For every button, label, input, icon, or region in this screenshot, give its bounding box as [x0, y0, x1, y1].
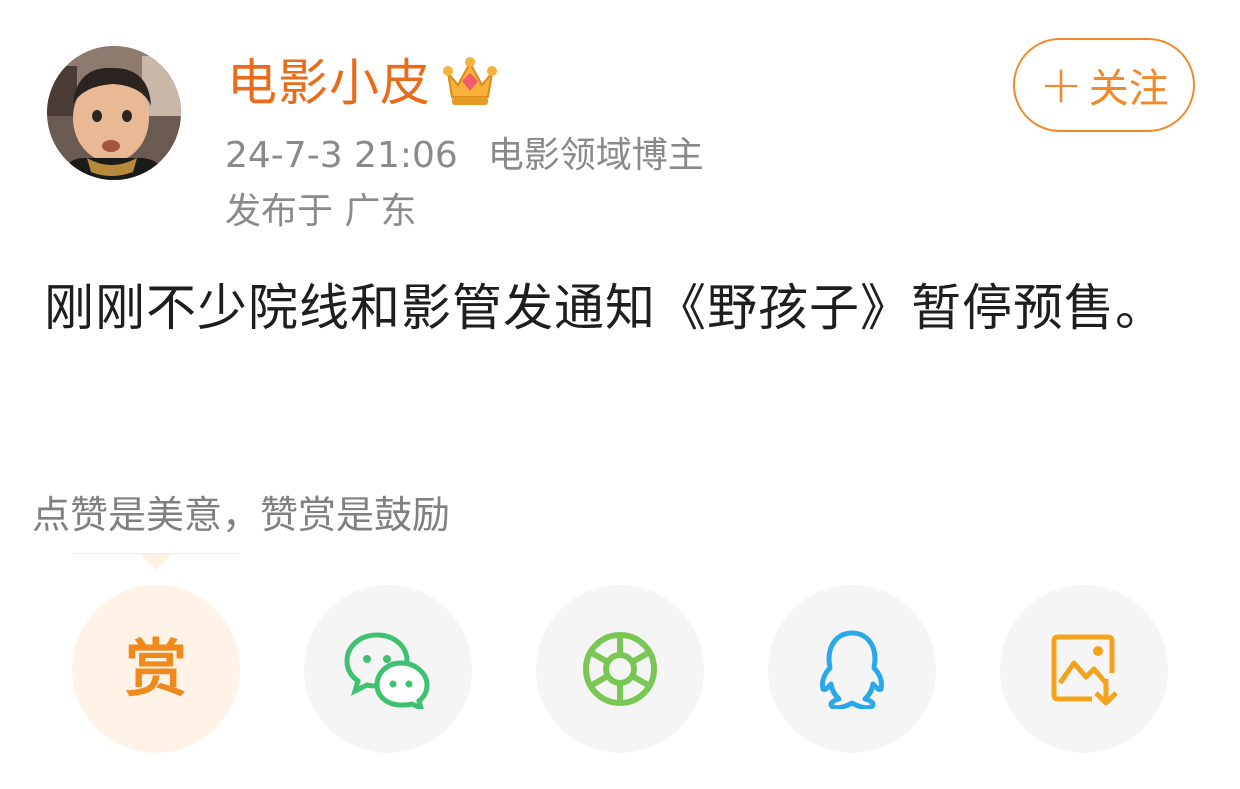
post-location: 发布于 广东	[225, 191, 417, 232]
weibo-post-page: 电影小皮 24-7-3 21:06 电影领域博主 发布于 广东 + 关注 刚刚不少…	[0, 0, 1240, 789]
share-wechat-button[interactable]	[304, 585, 472, 753]
save-image-button[interactable]	[1000, 585, 1168, 753]
reward-button[interactable]: 赏	[72, 585, 240, 753]
wechat-icon	[344, 632, 430, 709]
share-moments-button[interactable]	[536, 585, 704, 753]
follow-button[interactable]: + 关注	[1013, 38, 1195, 132]
share-qq-button[interactable]	[768, 585, 936, 753]
qq-icon	[820, 630, 884, 709]
share-bar: 赏	[0, 585, 1240, 755]
reward-icon: 赏	[124, 632, 187, 705]
save-image-icon	[1051, 634, 1118, 706]
moments-icon	[583, 632, 657, 706]
plus-icon: +	[1039, 55, 1083, 115]
crown-badge-icon	[443, 57, 497, 105]
reward-hint: 点赞是美意，赞赏是鼓励	[32, 493, 451, 537]
avatar[interactable]	[47, 46, 181, 180]
post-meta: 24-7-3 21:06 电影领域博主	[225, 134, 704, 178]
post-timestamp: 24-7-3 21:06	[225, 135, 458, 176]
follow-button-label: 关注	[1088, 66, 1169, 112]
username[interactable]: 电影小皮	[227, 52, 431, 114]
hint-pointer	[140, 554, 172, 570]
user-tag: 电影领域博主	[487, 135, 704, 176]
post-content: 刚刚不少院线和影管发通知《野孩子》暂停预售。	[44, 279, 1166, 337]
